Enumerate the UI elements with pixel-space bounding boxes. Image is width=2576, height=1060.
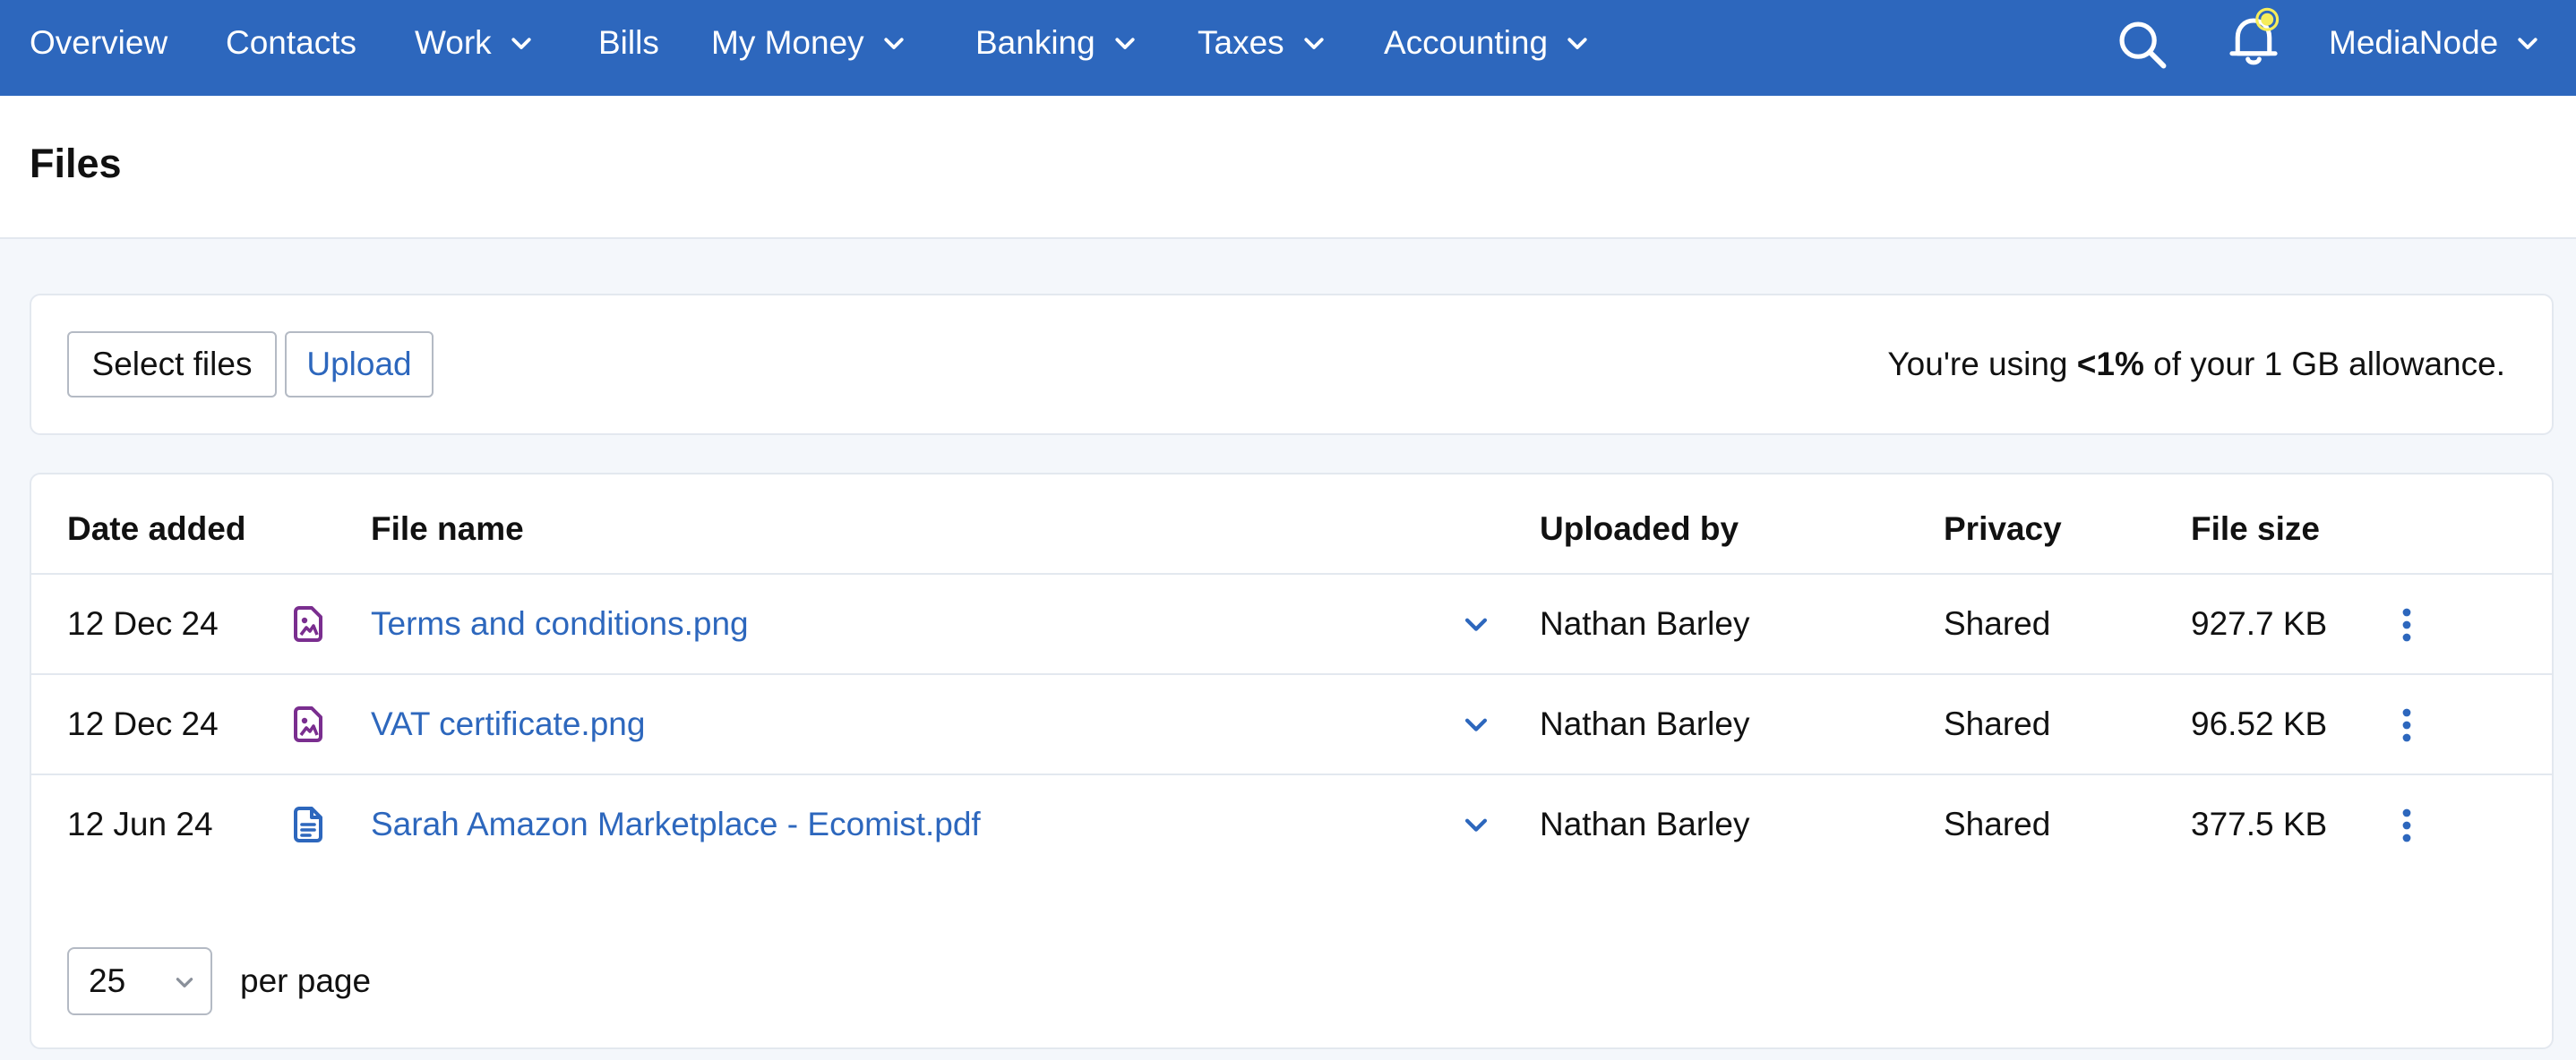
notification-dot: [2261, 13, 2274, 26]
chevron-down-icon: [884, 38, 904, 49]
column-header-file-name[interactable]: File name: [371, 510, 524, 548]
uploaded-by-cell: Nathan Barley: [1540, 806, 1750, 842]
document-file-icon: [294, 807, 322, 842]
nav-item-label: Contacts: [226, 24, 357, 61]
nav-item-label: Accounting: [1384, 24, 1549, 61]
image-file-icon: [294, 706, 322, 742]
nav-item-label: My Money: [711, 24, 864, 61]
date-added-cell: 12 Jun 24: [67, 806, 213, 842]
more-options-icon[interactable]: [2389, 707, 2425, 743]
uploaded-by-cell: Nathan Barley: [1540, 605, 1750, 642]
table-row: 12 Dec 24 Terms and conditions.png Natha…: [31, 573, 2552, 673]
account-menu[interactable]: MediaNode: [2329, 0, 2541, 86]
files-table: Date added File name Uploaded by Privacy…: [30, 473, 2554, 1049]
file-name-link[interactable]: Terms and conditions.png: [371, 575, 749, 673]
chevron-down-icon: [511, 38, 531, 49]
nav-item-bills[interactable]: Bills: [598, 0, 659, 86]
nav-item-accounting[interactable]: Accounting: [1384, 0, 1591, 86]
chevron-down-icon: [176, 978, 193, 987]
upload-panel: Select files Upload You're using <1% of …: [30, 294, 2554, 435]
date-added-cell: 12 Dec 24: [67, 705, 219, 742]
page-header: Files: [0, 96, 2576, 239]
nav-item-banking[interactable]: Banking: [975, 0, 1138, 86]
table-row: 12 Dec 24 VAT certificate.png Nathan Bar…: [31, 673, 2552, 774]
select-files-button[interactable]: Select files: [67, 331, 277, 398]
nav-item-overview[interactable]: Overview: [30, 0, 167, 86]
nav-item-label: Overview: [30, 24, 168, 61]
account-name: MediaNode: [2329, 24, 2499, 61]
column-header-privacy[interactable]: Privacy: [1944, 510, 2062, 548]
nav-item-contacts[interactable]: Contacts: [226, 0, 356, 86]
nav-item-label: Banking: [975, 24, 1095, 61]
bell-icon[interactable]: [2220, 4, 2288, 72]
upload-button[interactable]: Upload: [285, 331, 434, 398]
column-header-uploaded-by[interactable]: Uploaded by: [1540, 510, 1739, 548]
allowance-prefix: You're using: [1887, 346, 2077, 382]
chevron-down-icon: [2518, 38, 2537, 49]
more-options-icon[interactable]: [2389, 607, 2425, 643]
column-header-file-size[interactable]: File size: [2191, 510, 2320, 548]
file-name-link[interactable]: VAT certificate.png: [371, 675, 645, 774]
privacy-cell: Shared: [1944, 705, 2051, 742]
nav-item-label: Taxes: [1198, 24, 1284, 61]
uploaded-by-cell: Nathan Barley: [1540, 705, 1750, 742]
privacy-cell: Shared: [1944, 806, 2051, 842]
file-size-cell: 377.5 KB: [2191, 806, 2328, 842]
image-file-icon: [294, 606, 322, 642]
nav-item-taxes[interactable]: Taxes: [1198, 0, 1327, 86]
search-icon[interactable]: [2114, 16, 2169, 72]
chevron-down-icon: [1304, 38, 1324, 49]
nav-item-my-money[interactable]: My Money: [711, 0, 907, 86]
chevron-down-icon[interactable]: [1461, 709, 1491, 739]
chevron-down-icon[interactable]: [1461, 809, 1491, 840]
chevron-down-icon[interactable]: [1461, 609, 1491, 639]
storage-allowance-text: You're using <1% of your 1 GB allowance.: [1887, 346, 2505, 383]
table-row: 12 Jun 24 Sarah Amazon Marketplace - Eco…: [31, 774, 2552, 874]
privacy-cell: Shared: [1944, 605, 2051, 642]
date-added-cell: 12 Dec 24: [67, 605, 219, 642]
per-page-select[interactable]: 25: [67, 947, 212, 1015]
allowance-amount: <1%: [2076, 346, 2144, 382]
column-header-date-added[interactable]: Date added: [67, 510, 245, 548]
file-size-cell: 96.52 KB: [2191, 705, 2328, 742]
more-options-icon[interactable]: [2389, 808, 2425, 843]
nav-item-label: Work: [415, 24, 492, 61]
top-navigation-bar: Overview Contacts Work Bills My Money Ba…: [0, 0, 2576, 96]
per-page-value: 25: [89, 962, 126, 999]
chevron-down-icon: [1115, 38, 1135, 49]
per-page-label: per page: [240, 962, 372, 999]
nav-item-label: Bills: [598, 24, 659, 61]
nav-item-work[interactable]: Work: [415, 0, 535, 86]
allowance-suffix: of your 1 GB allowance.: [2143, 346, 2505, 382]
page-title: Files: [30, 141, 122, 186]
file-name-link[interactable]: Sarah Amazon Marketplace - Ecomist.pdf: [371, 775, 981, 874]
file-size-cell: 927.7 KB: [2191, 605, 2328, 642]
chevron-down-icon: [1567, 38, 1587, 49]
